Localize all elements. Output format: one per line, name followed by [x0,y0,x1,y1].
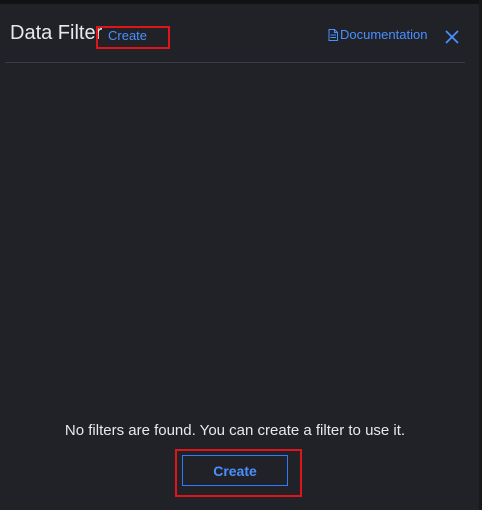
page-title: Data Filter [10,22,103,44]
create-filter-button[interactable]: Create [182,455,288,486]
close-icon [445,30,459,44]
document-icon [328,29,338,41]
close-button[interactable] [444,29,460,45]
header-create-link[interactable]: Create [108,28,147,43]
header-divider [5,62,465,63]
documentation-link[interactable]: Documentation [328,27,427,43]
empty-state-message: No filters are found. You can create a f… [64,422,406,439]
documentation-label: Documentation [340,27,428,42]
